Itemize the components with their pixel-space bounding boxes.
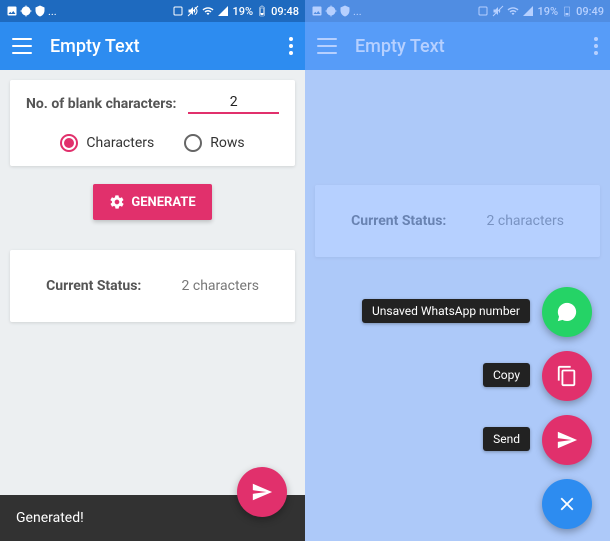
menu-icon[interactable] [12,38,32,54]
shield-icon [34,5,46,17]
blank-chars-label: No. of blank characters: [26,96,176,112]
fab-send[interactable] [542,415,592,465]
send-icon [556,429,578,451]
close-icon [556,493,578,515]
app-title: Empty Text [50,36,289,57]
overflow-icon[interactable] [289,37,293,55]
battery-pct: 19% [232,5,253,18]
fab-close[interactable] [542,479,592,529]
fab-label-whatsapp: Unsaved WhatsApp number [362,299,530,323]
status-value: 2 characters [182,278,259,294]
image-icon [6,5,18,17]
wifi-icon [202,5,214,17]
radio-characters[interactable]: Characters [60,134,154,152]
signal-icon [217,5,229,17]
notif-ellipsis: ... [48,5,57,18]
status-bar: ... 19% 09:48 [0,0,305,22]
status-label: Current Status: [46,278,141,294]
status-card: Current Status: 2 characters [10,250,295,322]
send-icon [251,481,273,503]
clock: 09:48 [271,5,299,18]
gear-icon [109,194,125,210]
fab-label-send: Send [483,427,530,451]
app-bar: Empty Text [0,22,305,70]
fab-copy[interactable] [542,351,592,401]
fab-whatsapp[interactable] [542,287,592,337]
battery-icon [256,5,268,17]
gps-icon [20,5,32,17]
radio-rows[interactable]: Rows [184,134,244,152]
fab-label-copy: Copy [483,363,530,387]
whatsapp-icon [556,301,578,323]
fab-send[interactable] [237,467,287,517]
input-card: No. of blank characters: 2 Characters Ro… [10,80,295,166]
copy-icon [556,365,578,387]
mute-icon [187,5,199,17]
blank-chars-input[interactable]: 2 [188,94,279,114]
nfc-icon [172,5,184,17]
generate-button[interactable]: GENERATE [93,184,211,220]
